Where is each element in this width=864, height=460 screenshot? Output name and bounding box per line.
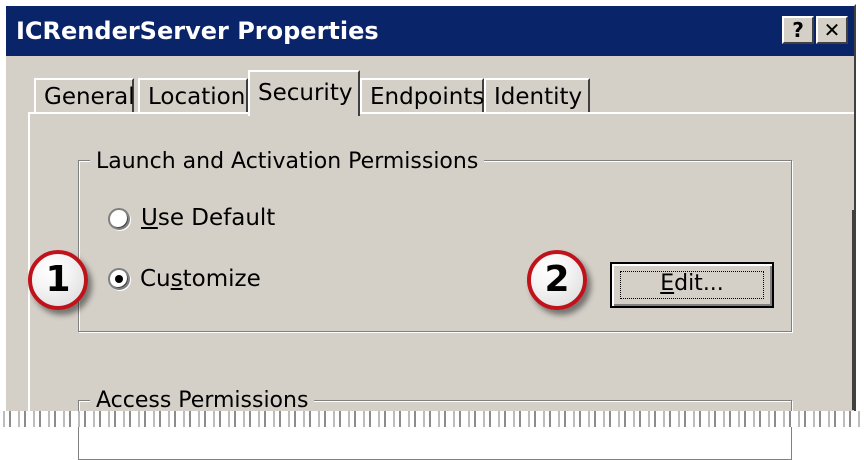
title-bar[interactable]: ICRenderServer Properties ? ✕ bbox=[6, 6, 854, 56]
torn-edge-decoration bbox=[0, 411, 864, 427]
launch-permissions-title: Launch and Activation Permissions bbox=[90, 148, 485, 176]
help-button[interactable]: ? bbox=[782, 16, 814, 44]
radio-selected-dot bbox=[115, 275, 123, 283]
edit-launch-permissions-button[interactable]: Edit... bbox=[610, 262, 774, 308]
use-default-label[interactable]: Use Default bbox=[141, 203, 275, 233]
window-title: ICRenderServer Properties bbox=[16, 17, 379, 45]
callout-badge-1: 1 bbox=[28, 250, 88, 310]
tab-security[interactable]: Security bbox=[248, 70, 360, 116]
close-button[interactable]: ✕ bbox=[816, 16, 848, 44]
focus-rectangle bbox=[620, 271, 764, 299]
tab-endpoints[interactable]: Endpoints bbox=[360, 78, 484, 112]
tab-location[interactable]: Location bbox=[138, 78, 248, 112]
tab-identity[interactable]: Identity bbox=[484, 78, 590, 112]
customize-radio[interactable] bbox=[108, 268, 130, 290]
customize-label[interactable]: Customize bbox=[140, 264, 261, 294]
use-default-radio[interactable] bbox=[108, 208, 130, 230]
tab-general[interactable]: General bbox=[34, 78, 135, 112]
callout-badge-2: 2 bbox=[527, 250, 587, 310]
